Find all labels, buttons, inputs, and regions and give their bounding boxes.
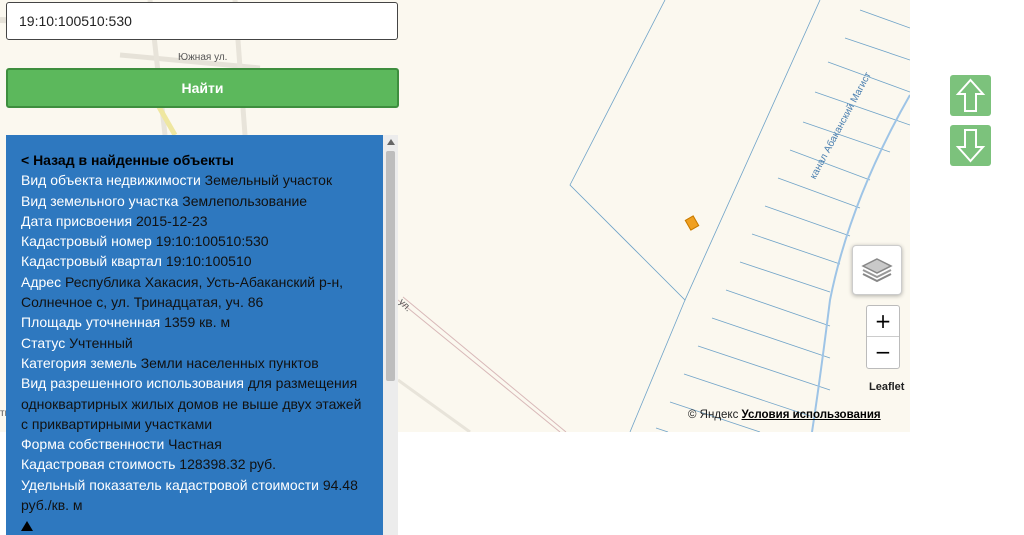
info-row-land-type: Вид земельного участка Землепользование [21,191,371,211]
info-value: Землепользование [182,192,308,209]
terms-of-use-link[interactable]: Условия использования [742,409,881,421]
info-value: 19:10:100510:530 [155,233,269,250]
info-label: Вид объекта недвижимости [21,172,201,189]
info-label: Статус [21,334,66,351]
info-label: Кадастровая стоимость [21,456,176,473]
info-row-cadastral-number: Кадастровый номер 19:10:100510:530 [21,231,371,251]
info-row-area: Площадь уточненная 1359 кв. м [21,312,371,332]
down-arrow-icon [955,129,986,163]
layers-button[interactable] [852,245,902,295]
info-row-assign-date: Дата присвоения 2015-12-23 [21,211,371,231]
up-arrow-icon [955,78,986,112]
info-value: Земельный участок [204,172,333,189]
info-label: Кадастровый квартал [21,253,162,270]
info-label: Удельный показатель кадастровой стоимост… [21,476,319,493]
nav-up-button[interactable] [950,75,991,116]
scrollbar-thumb[interactable] [386,151,395,381]
info-label: Площадь уточненная [21,314,161,331]
info-row-land-category: Категория земель Земли населенных пункто… [21,353,371,373]
info-label: Вид разрешенного использования [21,375,244,392]
info-row-specific-value: Удельный показатель кадастровой стоимост… [21,475,371,516]
attribution-prefix: © Яндекс [688,409,739,421]
scroll-top-arrow-icon[interactable] [21,521,33,532]
info-value: 1359 кв. м [164,314,231,331]
info-label: Категория земель [21,354,137,371]
info-value: Частная [168,436,222,453]
info-value: Земли населенных пунктов [140,354,319,371]
zoom-control: + − [866,305,900,369]
info-label: Адрес [21,273,62,290]
search-input[interactable] [6,2,398,40]
info-row-status: Статус Учтенный [21,333,371,353]
info-row-cadastral-quarter: Кадастровый квартал 19:10:100510 [21,251,371,271]
info-value: 19:10:100510 [165,253,252,270]
info-label: Дата присвоения [21,212,133,229]
info-row-cadastral-value: Кадастровая стоимость 128398.32 руб. [21,454,371,474]
info-value: Учтенный [69,334,133,351]
info-row-permitted-use: Вид разрешенного использования для разме… [21,373,371,434]
info-row-address: Адрес Республика Хакасия, Усть-Абакански… [21,272,371,313]
info-panel: < Назад в найденные объекты Вид объекта … [6,135,398,535]
info-content: < Назад в найденные объекты Вид объекта … [21,150,371,532]
info-row-ownership: Форма собственности Частная [21,434,371,454]
info-label: Кадастровый номер [21,233,152,250]
info-label: Форма собственности [21,436,165,453]
zoom-out-button[interactable]: − [867,337,899,367]
zoom-in-button[interactable]: + [867,306,899,337]
info-row-object-type: Вид объекта недвижимости Земельный участ… [21,170,371,190]
info-value: Республика Хакасия, Усть-Абаканский р-н,… [21,273,344,311]
info-value: 128398.32 руб. [179,456,277,473]
info-label: Вид земельного участка [21,192,179,209]
info-panel-scrollbar[interactable] [383,135,398,535]
map-attribution: © Яндекс Условия использования [688,409,881,421]
search-button[interactable]: Найти [6,68,399,108]
leaflet-credit[interactable]: Leaflet [869,381,904,393]
back-to-results-link[interactable]: < Назад в найденные объекты [21,152,234,168]
scrollbar-up-arrow-icon[interactable] [387,139,395,145]
layers-icon [861,258,893,283]
info-value: 2015-12-23 [135,212,208,229]
nav-down-button[interactable] [950,125,991,166]
street-label-yuzhnaya: Южная ул. [178,52,228,63]
